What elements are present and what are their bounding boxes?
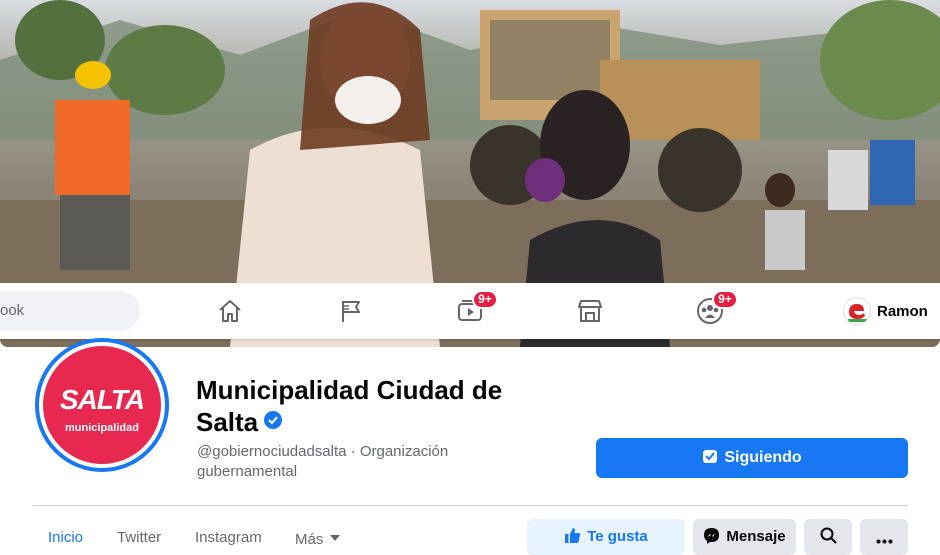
page-logo: SALTA municipalidad [43, 346, 161, 464]
more-options-button[interactable] [860, 519, 908, 555]
message-label: Mensaje [726, 528, 786, 545]
watch-badge: 9+ [472, 290, 498, 309]
tab-twitter[interactable]: Twitter [117, 529, 161, 546]
avatar-logo-icon [844, 298, 870, 324]
following-button[interactable]: Siguiendo [596, 438, 908, 478]
page-profile-picture[interactable]: SALTA municipalidad [35, 338, 169, 472]
like-label: Te gusta [587, 528, 648, 545]
following-check-icon [702, 440, 718, 480]
home-icon [219, 300, 241, 322]
thumbs-up-icon [564, 522, 581, 555]
more-icon [876, 522, 893, 555]
logo-subtext: municipalidad [65, 422, 139, 434]
search-placeholder: ook [0, 302, 25, 319]
search-page-button[interactable] [804, 519, 852, 555]
search-icon [820, 522, 837, 555]
profile-name: Ramon [877, 303, 928, 320]
tab-instagram[interactable]: Instagram [195, 529, 262, 546]
flag-icon [342, 301, 360, 322]
tab-mas[interactable]: Más [295, 529, 341, 548]
avatar [843, 297, 871, 325]
nav-home[interactable] [216, 297, 244, 325]
logo-word: SALTA [59, 384, 145, 415]
tab-inicio[interactable]: Inicio [48, 529, 83, 546]
nav-watch[interactable]: 9+ [456, 290, 498, 325]
tab-mas-label: Más [295, 531, 324, 548]
nav-pages[interactable] [337, 297, 365, 325]
verified-badge-icon [264, 411, 283, 429]
nav-marketplace[interactable] [576, 297, 604, 325]
marketplace-icon [578, 300, 602, 322]
page-title-text: Municipalidad Ciudad de Salta [196, 375, 503, 437]
like-button[interactable]: Te gusta [527, 519, 685, 555]
top-nav-bar: ook 9+ 9+ Ramon [0, 283, 940, 339]
page-title: Municipalidad Ciudad de Salta [196, 374, 556, 438]
groups-badge: 9+ [712, 290, 738, 309]
nav-groups[interactable]: 9+ [696, 290, 738, 325]
page-subtitle: @gobiernociudadsalta · Organización gube… [197, 443, 449, 480]
section-divider [33, 505, 908, 506]
chevron-down-icon [329, 529, 341, 546]
messenger-icon [703, 522, 720, 555]
following-label: Siguiendo [724, 449, 802, 466]
message-button[interactable]: Mensaje [693, 519, 796, 555]
search-input[interactable]: ook [0, 291, 140, 331]
